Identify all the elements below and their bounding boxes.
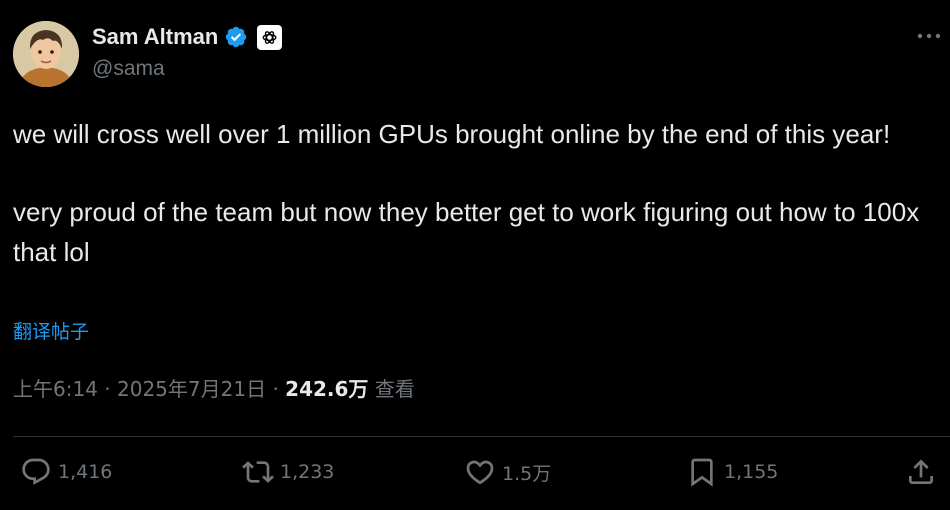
bookmark-button[interactable]: 1,155 [686, 456, 778, 488]
views-label: 查看 [374, 377, 415, 401]
divider [13, 436, 950, 437]
reply-icon [22, 458, 50, 485]
like-count: 1.5万 [502, 462, 552, 485]
reply-count: 1,416 [58, 461, 113, 483]
more-options-icon[interactable] [916, 26, 942, 46]
tweet-paragraph-2: very proud of the team but now they bett… [13, 197, 920, 267]
avatar[interactable] [13, 21, 79, 87]
bookmark-icon [691, 458, 713, 487]
author-name[interactable]: Sam Altman [92, 22, 218, 52]
repost-icon [242, 461, 274, 483]
tweet-date[interactable]: 2025年7月21日 [117, 377, 266, 401]
meta-separator: · [104, 377, 111, 401]
views-count[interactable]: 242.6万 [285, 377, 368, 401]
repost-count: 1,233 [280, 461, 335, 483]
tweet-paragraph-1: we will cross well over 1 million GPUs b… [13, 119, 891, 149]
meta-separator: · [272, 377, 279, 401]
tweet-time[interactable]: 上午6:14 [13, 377, 98, 401]
like-icon [466, 460, 494, 485]
author-handle[interactable]: @sama [92, 57, 165, 81]
bookmark-count: 1,155 [724, 461, 779, 483]
repost-button[interactable]: 1,233 [242, 456, 334, 488]
openai-logo-icon[interactable] [257, 24, 283, 50]
share-icon [909, 459, 933, 484]
reply-button[interactable]: 1,416 [20, 456, 112, 488]
tweet-meta: 上午6:14 · 2025年7月21日 · 242.6万 查看 [13, 375, 415, 403]
like-button[interactable]: 1.5万 [464, 456, 551, 488]
verified-badge-icon [224, 25, 248, 49]
tweet-text: we will cross well over 1 million GPUs b… [13, 114, 938, 272]
share-button[interactable] [905, 456, 937, 488]
translate-link[interactable]: 翻译帖子 [13, 317, 89, 344]
